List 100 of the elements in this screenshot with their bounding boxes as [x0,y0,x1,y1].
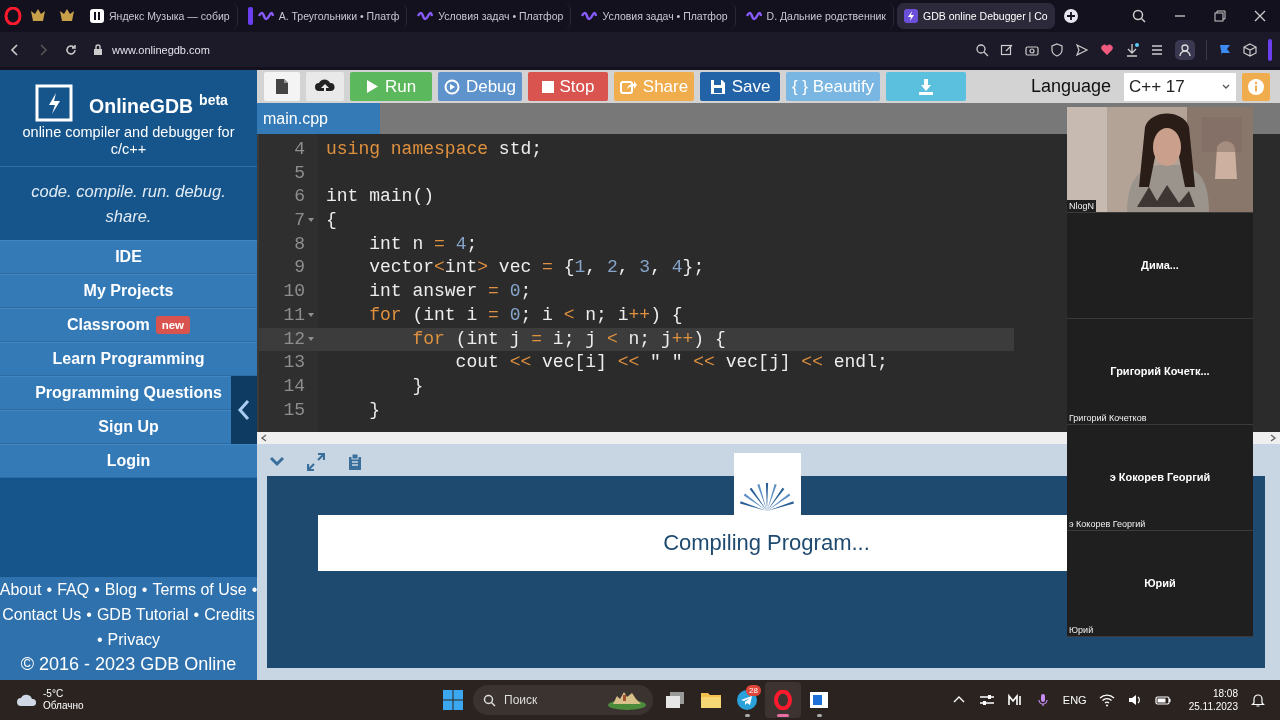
unread-badge: 28 [746,685,761,696]
search-field[interactable]: Поиск [473,685,653,715]
battery-icon[interactable] [1154,693,1171,707]
line-number: 7 [294,209,305,233]
clipboard-icon[interactable] [347,453,363,471]
profile-icon[interactable] [1175,39,1195,60]
floppy-icon [709,78,726,95]
line-number: 12 [283,327,305,351]
reload-icon[interactable] [64,42,78,57]
browser-tab[interactable]: А. Треугольники • Платф [240,3,408,29]
favicon-icon [90,9,104,23]
bell-icon[interactable] [1250,693,1266,707]
sidebar-handle-icon[interactable] [1268,38,1272,61]
temperature: -5°C [43,688,65,700]
tagline: code. compile. run. debug. share. [30,181,227,227]
footer-link[interactable]: About [0,577,42,602]
nav-item[interactable]: Programming Questions [0,376,231,410]
footer-link[interactable]: Privacy [107,627,161,652]
browser-tab[interactable]: Яндекс Музыка — собир [83,3,238,29]
upload-button[interactable] [306,72,344,101]
scroll-right-icon[interactable] [1270,434,1276,442]
save-button[interactable]: Save [700,72,780,101]
menu-icon[interactable] [1150,42,1164,57]
participant-label: Григорий Кочетков [1067,412,1149,424]
info-icon [1247,77,1265,96]
cloud-icon[interactable] [16,693,38,707]
debug-button[interactable]: Debug [438,72,522,101]
footer-link[interactable]: Credits [204,602,255,627]
code-line: int main() [325,185,436,209]
file-tab[interactable]: main.cpp [257,103,380,134]
address-field[interactable]: www.onlinegdb.com [112,43,210,56]
clock-date[interactable]: 25.11.2023 [1188,700,1238,713]
browser-tab[interactable]: Условия задач • Платфор [574,3,736,29]
language-label: Language [1030,76,1111,97]
taskbar-app[interactable]: 28 [729,682,765,718]
search-icon [483,693,496,707]
footer-link[interactable]: GDB Tutorial [96,602,189,627]
stop-button[interactable]: Stop [528,72,608,101]
line-number: 5 [294,161,305,185]
browser-tab[interactable]: Условия задач • Платфор [410,3,572,29]
scroll-left-icon[interactable] [261,434,267,442]
weather-condition: Облачно [43,700,84,712]
expand-icon[interactable] [307,453,325,471]
participant-name: Григорий Кочетк... [1110,364,1210,377]
close-icon[interactable] [1254,10,1266,22]
new-file-button[interactable] [264,72,300,101]
speaker-icon[interactable] [1126,693,1143,707]
favicon-icon [745,10,762,22]
play-circle-icon [443,78,460,95]
nav-item[interactable]: My Projects [0,274,257,308]
nav-item[interactable]: Learn Programming [0,342,257,376]
share-icon [619,79,637,94]
ring-icon [773,690,793,710]
shield-icon[interactable] [1050,42,1064,57]
language-select[interactable]: C++ 17 [1124,72,1236,101]
input-language[interactable]: ENG [1062,694,1087,706]
chevron-left-icon [237,399,251,421]
footer-link[interactable]: FAQ [57,577,90,602]
loading-spinner-icon [733,453,801,515]
meter-icon[interactable] [1006,693,1023,707]
fold-arrow-icon[interactable] [308,218,314,224]
code-line: } [411,374,425,398]
collapse-button[interactable] [231,376,257,444]
footer-link[interactable]: Contact Us [2,602,82,627]
line-number: 15 [283,398,305,422]
participant-name: э Кокорев Георгий [1109,470,1211,483]
send-icon[interactable] [1075,42,1089,57]
browser-tab[interactable]: GDB online Debugger | Co [896,3,1055,29]
fold-arrow-icon[interactable] [308,336,314,342]
chevron-down-icon[interactable] [269,456,285,468]
download-icon[interactable] [1125,42,1139,57]
nav-item[interactable]: Sign Up [0,410,231,444]
sliders-icon[interactable] [978,693,995,707]
wifi-icon[interactable] [1098,693,1115,707]
search-icon[interactable] [1132,9,1146,23]
zoom-icon[interactable] [975,42,989,57]
bullet-separator: • [251,580,258,600]
start-icon[interactable] [443,690,463,710]
cube-icon[interactable] [1243,42,1257,57]
browser-tab[interactable]: D. Дальние родственник [738,3,894,29]
footer-link[interactable]: Terms of Use [152,577,247,602]
nav-item-row[interactable]: Classroom new [0,308,257,342]
new-tab-button[interactable] [1063,9,1078,23]
heart-icon[interactable] [1100,42,1114,57]
window-icon [809,691,829,709]
participant-label: э Кокорев Георгий [1067,518,1148,530]
code-line: cout << vec[i] << " " << vec[j] << endl; [454,351,889,375]
nav-item[interactable]: Login [0,444,257,478]
edit-icon[interactable] [1000,42,1014,57]
participant-label: Юрий [1067,624,1096,636]
code-line: int answer = 0; [368,280,533,304]
code-line: for (int i = 0; i < n; i++) { [368,303,684,327]
clock-time[interactable]: 18:08 [1212,687,1238,700]
fold-arrow-icon[interactable] [308,313,314,319]
nav-item[interactable]: IDE [0,240,257,274]
restore-icon[interactable] [1214,10,1226,22]
bullet-separator: • [94,580,100,600]
participant-label: NlogN [1067,200,1096,212]
footer-link[interactable]: Blog [104,577,137,602]
browser-logo-icon[interactable] [4,7,22,25]
